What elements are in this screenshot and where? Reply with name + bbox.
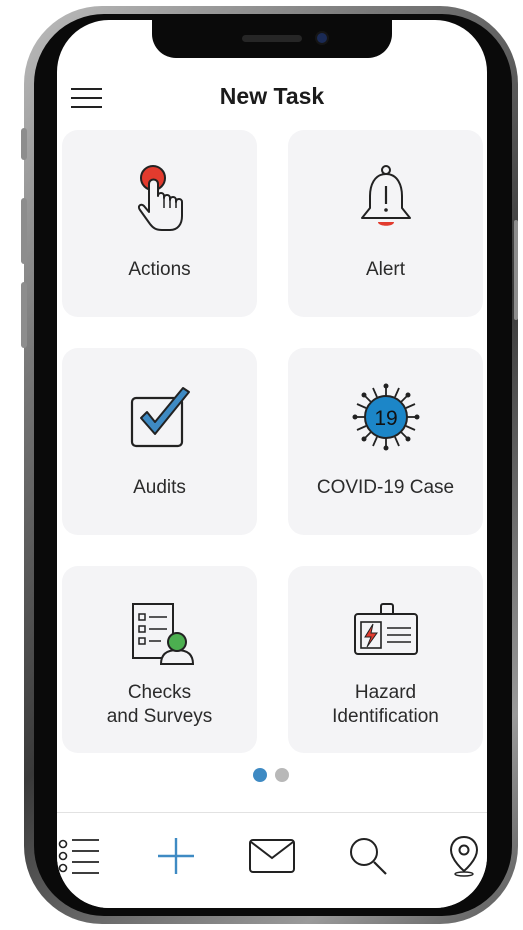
virus-icon-text: 19 (374, 407, 397, 430)
nav-add-button[interactable] (151, 831, 201, 881)
tap-hand-icon (137, 165, 183, 231)
nav-list-button[interactable] (57, 831, 105, 881)
page-title: New Task (219, 83, 325, 109)
app-screen: New Task Actions Alert Audits 19 COVID-1… (57, 20, 487, 908)
page-dot-1[interactable] (253, 768, 267, 782)
nav-search-button[interactable] (343, 831, 393, 881)
checkbox-icon (130, 387, 190, 448)
mute-switch (21, 128, 27, 160)
tile-label: COVID-19 Case (316, 477, 455, 498)
list-icon (58, 839, 99, 874)
volume-up-button (21, 198, 27, 264)
tile-label-line-1: Checks (127, 682, 192, 703)
page-indicator (253, 768, 289, 782)
app-header: New Task (57, 75, 487, 121)
nav-location-button[interactable] (439, 831, 487, 881)
bell-icon (360, 165, 411, 226)
hazard-badge-icon (353, 603, 418, 655)
tile-covid-19-case[interactable]: 19 COVID-19 Case (288, 348, 483, 535)
volume-down-button (21, 282, 27, 348)
tile-label: Actions (128, 259, 191, 280)
page-dot-2[interactable] (275, 768, 289, 782)
power-button (514, 220, 518, 320)
location-pin-icon (449, 835, 479, 877)
front-camera-icon (317, 33, 327, 43)
tile-alert[interactable]: Alert (288, 130, 483, 317)
plus-icon (158, 838, 194, 874)
tile-hazard-identification[interactable]: Hazard Identification (288, 566, 483, 753)
tile-label: Alert (365, 259, 406, 280)
tile-label-line-2: and Surveys (106, 706, 213, 727)
mail-icon (249, 839, 295, 873)
tile-label-line-2: Identification (332, 706, 439, 727)
speaker-grille (242, 35, 302, 42)
notch (152, 20, 392, 58)
tile-label-line-1: Hazard (354, 682, 417, 703)
checklist-user-icon (131, 603, 194, 665)
tile-label: Audits (133, 477, 186, 498)
tile-checks-and-surveys[interactable]: Checks and Surveys (62, 566, 257, 753)
search-icon (350, 838, 387, 875)
nav-messages-button[interactable] (247, 831, 297, 881)
tile-actions[interactable]: Actions (62, 130, 257, 317)
bottom-nav-bar (57, 812, 487, 908)
tile-audits[interactable]: Audits (62, 348, 257, 535)
virus-icon: 19 (352, 383, 419, 451)
